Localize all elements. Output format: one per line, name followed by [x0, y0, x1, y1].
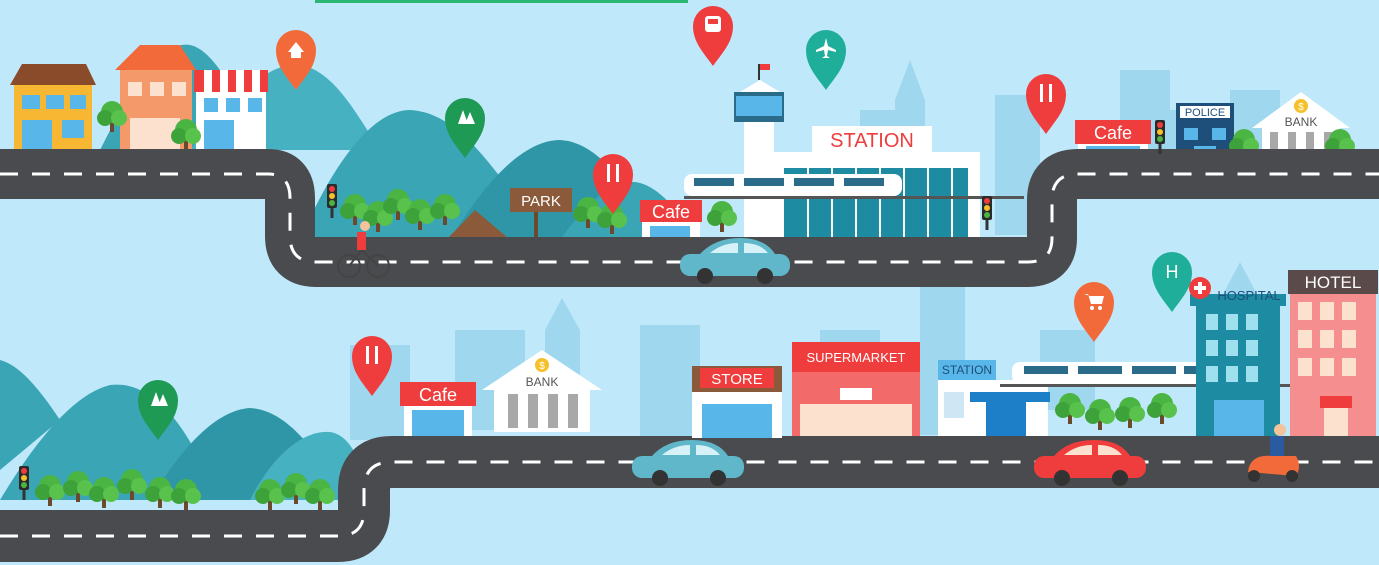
- supermarket-label: SUPERMARKET: [807, 350, 906, 365]
- hospital-label: HOSPITAL: [1217, 288, 1280, 303]
- top-accent-line: [315, 0, 688, 3]
- bank-bottom-label: BANK: [526, 375, 559, 389]
- hotel: HOTEL: [1288, 270, 1378, 436]
- city-map-illustration: PARK Cafe STATION Cafe POLICE $ BANK Caf…: [0, 0, 1379, 565]
- cafe-top-right-label: Cafe: [1094, 123, 1132, 143]
- station-top-label: STATION: [830, 130, 914, 152]
- store-label: STORE: [711, 371, 762, 388]
- park-label: PARK: [521, 193, 561, 210]
- house-brown-roof: [10, 64, 96, 150]
- supermarket: SUPERMARKET: [792, 342, 920, 436]
- train-icon: [705, 16, 721, 32]
- cafe-top-mid-label: Cafe: [652, 202, 690, 222]
- shop-striped-awning: [194, 70, 268, 150]
- hotel-label: HOTEL: [1305, 273, 1362, 292]
- h-icon: H: [1166, 262, 1179, 282]
- police-label: POLICE: [1185, 107, 1225, 119]
- bank-top-label: BANK: [1285, 115, 1318, 129]
- hospital: HOSPITAL: [1189, 277, 1286, 436]
- cafe-bottom-label: Cafe: [419, 385, 457, 405]
- bank-bottom-symbol: $: [539, 361, 545, 372]
- bank-top-symbol: $: [1298, 102, 1304, 113]
- station-bottom-label: STATION: [942, 363, 992, 377]
- store: STORE: [692, 366, 782, 438]
- cafe-top-mid: Cafe: [640, 200, 702, 240]
- cafe-bottom: Cafe: [400, 382, 476, 436]
